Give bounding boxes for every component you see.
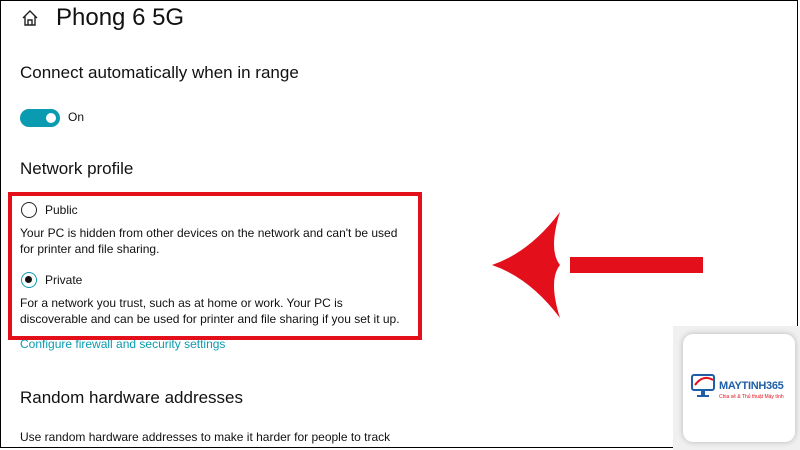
random-hw-heading: Random hardware addresses: [20, 388, 244, 407]
watermark-tagline: Chia sẻ & Thủ thuật Máy tính: [719, 394, 784, 400]
monitor-logo-icon: [691, 374, 715, 397]
auto-connect-heading: Connect automatically when in range: [20, 63, 299, 82]
watermark-logo: MAYTINH365 Chia sẻ & Thủ thuật Máy tính: [683, 334, 795, 442]
home-icon[interactable]: [20, 8, 40, 28]
random-hw-description: Use random hardware addresses to make it…: [20, 430, 391, 444]
highlight-box: [8, 192, 422, 340]
red-arrow-icon: [492, 212, 703, 318]
toggle-knob: [46, 113, 56, 123]
toggle-state-label: On: [68, 110, 85, 124]
page-title: Phong 6 5G: [56, 4, 185, 31]
watermark-brand: MAYTINH365: [719, 380, 784, 392]
auto-connect-toggle[interactable]: [20, 109, 60, 127]
network-profile-heading: Network profile: [20, 159, 134, 178]
